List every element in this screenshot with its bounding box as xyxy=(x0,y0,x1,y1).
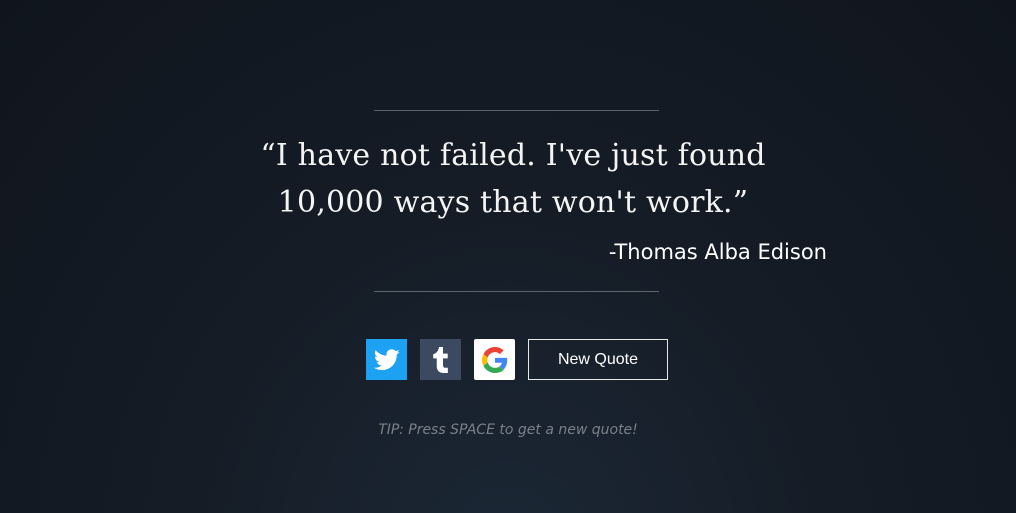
tumblr-share-button[interactable] xyxy=(420,339,461,380)
tumblr-icon xyxy=(432,346,448,373)
top-divider xyxy=(374,110,659,111)
action-bar: New Quote xyxy=(366,339,668,380)
twitter-icon xyxy=(373,348,400,370)
quote-author: -Thomas Alba Edison xyxy=(608,240,827,264)
quote-text: “I have not failed. I've just found 10,0… xyxy=(260,138,766,220)
google-share-button[interactable] xyxy=(474,339,515,380)
bottom-divider xyxy=(374,291,659,292)
twitter-share-button[interactable] xyxy=(366,339,407,380)
google-icon xyxy=(481,346,507,373)
new-quote-button[interactable]: New Quote xyxy=(528,339,668,380)
keyboard-tip: TIP: Press SPACE to get a new quote! xyxy=(378,422,638,438)
